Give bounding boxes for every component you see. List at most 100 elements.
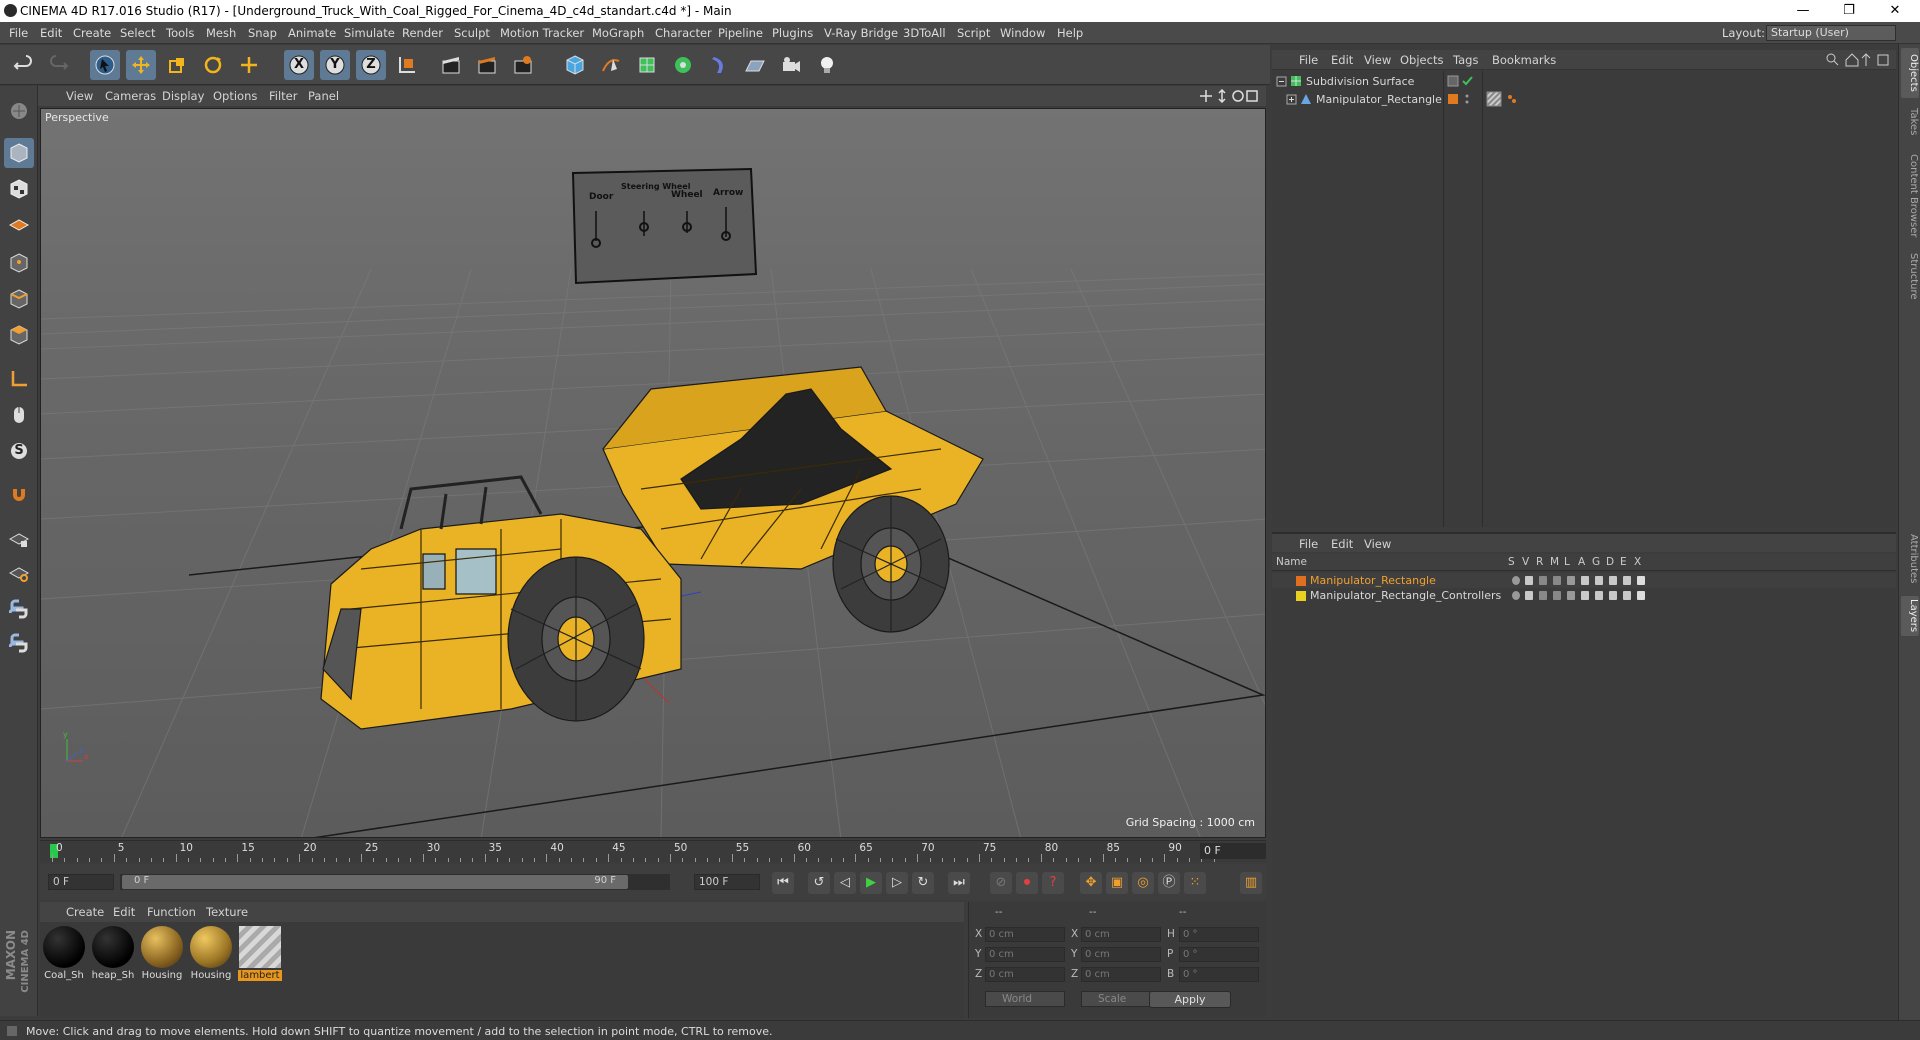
layer-solo-icon[interactable] <box>1512 576 1520 585</box>
menu-file[interactable]: File <box>9 26 28 40</box>
tab-layers[interactable]: Layers <box>1901 596 1919 636</box>
tab-attributes[interactable]: Attributes <box>1901 530 1919 588</box>
add-cube-button[interactable] <box>560 50 590 80</box>
z-axis-lock-button[interactable]: Z <box>356 50 386 80</box>
layer-row[interactable]: Manipulator_Rectangle_Controllers <box>1272 588 1896 603</box>
material-swatch[interactable]: Housing <box>140 926 184 984</box>
points-mode-button[interactable] <box>4 248 34 278</box>
end-frame-field[interactable]: 100 F <box>694 874 760 890</box>
edges-mode-button[interactable] <box>4 284 34 314</box>
material-menu-create[interactable]: Create <box>66 905 104 919</box>
start-frame-field[interactable]: 0 F <box>48 874 114 890</box>
y-axis-lock-button[interactable]: Y <box>320 50 350 80</box>
add-floor-button[interactable] <box>740 50 770 80</box>
rotation-h-field[interactable]: 0 ° <box>1179 927 1259 942</box>
position-x-field[interactable]: 0 cm <box>985 927 1065 942</box>
redo-button[interactable] <box>44 50 74 80</box>
texture-mode-button[interactable] <box>4 174 34 204</box>
apply-button[interactable]: Apply <box>1149 991 1231 1008</box>
layer-col-name[interactable]: Name <box>1276 556 1307 568</box>
object-row[interactable]: Manipulator_Rectangle <box>1272 91 1896 109</box>
material-swatch[interactable]: Housing <box>189 926 233 984</box>
render-settings-button[interactable] <box>508 50 538 80</box>
next-frame-button[interactable]: ▷ <box>886 872 908 894</box>
material-swatch[interactable]: heap_Sh <box>91 926 135 984</box>
menu-3dtoall[interactable]: 3DToAll <box>903 26 946 40</box>
layer-col-solo[interactable]: S <box>1508 556 1515 568</box>
python-script-button-2[interactable] <box>4 628 34 658</box>
coordinate-space-dropdown[interactable]: World <box>985 991 1065 1007</box>
recent-tool-button[interactable] <box>234 50 264 80</box>
key-position-button[interactable]: ✥ <box>1080 872 1102 894</box>
layer-animation-icon[interactable] <box>1581 591 1589 600</box>
menu-pipeline[interactable]: Pipeline <box>718 26 763 40</box>
range-slider-handle[interactable]: 0 F 90 F <box>122 875 628 889</box>
material-menu-texture[interactable]: Texture <box>206 905 248 919</box>
autokey-button[interactable]: ? <box>1042 872 1064 894</box>
layer-col-locked[interactable]: L <box>1564 556 1570 568</box>
object-menu-view[interactable]: View <box>1364 53 1391 67</box>
menu-mesh[interactable]: Mesh <box>206 26 236 40</box>
layer-expression-icon[interactable] <box>1623 591 1631 600</box>
size-z-field[interactable]: 0 cm <box>1081 967 1161 982</box>
minimize-button[interactable]: — <box>1780 0 1826 22</box>
move-tool-button[interactable] <box>126 50 156 80</box>
layer-manager-icon[interactable] <box>1553 576 1561 585</box>
viewport-menu-panel[interactable]: Panel <box>308 89 339 103</box>
layer-render-icon[interactable] <box>1539 576 1547 585</box>
layer-lock-icon[interactable] <box>1567 576 1575 585</box>
material-menu-function[interactable]: Function <box>147 905 196 919</box>
object-menu-objects[interactable]: Objects <box>1400 53 1443 67</box>
planar-workplane-button[interactable] <box>4 558 34 588</box>
record-button[interactable]: ⏺ <box>1016 872 1038 894</box>
object-menu-bookmarks[interactable]: Bookmarks <box>1492 53 1556 67</box>
menu-window[interactable]: Window <box>1000 26 1045 40</box>
material-swatch[interactable]: Coal_Sh <box>42 926 86 984</box>
make-editable-button[interactable] <box>4 96 34 126</box>
menu-animate[interactable]: Animate <box>288 26 336 40</box>
render-picture-viewer-button[interactable] <box>472 50 502 80</box>
tab-takes[interactable]: Takes <box>1901 104 1919 140</box>
restore-button[interactable]: ❐ <box>1826 0 1872 22</box>
rotation-b-field[interactable]: 0 ° <box>1179 967 1259 982</box>
layer-menu-edit[interactable]: Edit <box>1331 537 1353 551</box>
tweak-mode-button[interactable] <box>4 400 34 430</box>
layer-manager-icon[interactable] <box>1553 591 1561 600</box>
layer-eye-icon[interactable] <box>1525 591 1533 600</box>
add-deformer-button[interactable] <box>704 50 734 80</box>
3d-viewport[interactable]: Perspective Door Steering Wheel Wheel Ar… <box>40 108 1266 838</box>
viewport-menu-view[interactable]: View <box>66 89 93 103</box>
model-mode-button[interactable] <box>4 138 34 168</box>
size-y-field[interactable]: 0 cm <box>1081 947 1161 962</box>
axis-mode-button[interactable] <box>4 364 34 394</box>
rotate-tool-button[interactable] <box>198 50 228 80</box>
layer-col-view[interactable]: V <box>1522 556 1529 568</box>
layer-color-swatch[interactable] <box>1296 591 1306 601</box>
object-menu-edit[interactable]: Edit <box>1331 53 1353 67</box>
expand-toggle-icon[interactable] <box>1286 94 1298 106</box>
add-subdivision-button[interactable] <box>632 50 662 80</box>
object-row[interactable]: Subdivision Surface <box>1272 73 1896 91</box>
tab-content-browser[interactable]: Content Browser <box>1901 148 1919 244</box>
tab-objects[interactable]: Objects <box>1901 48 1919 98</box>
layer-solo-icon[interactable] <box>1512 591 1520 600</box>
menu-simulate[interactable]: Simulate <box>344 26 395 40</box>
size-x-field[interactable]: 0 cm <box>1081 927 1161 942</box>
add-cloner-button[interactable] <box>668 50 698 80</box>
add-spline-pen-button[interactable] <box>596 50 626 80</box>
menu-sculpt[interactable]: Sculpt <box>454 26 490 40</box>
menu-help[interactable]: Help <box>1057 26 1083 40</box>
menu-render[interactable]: Render <box>402 26 443 40</box>
key-pla-button[interactable]: ⁙ <box>1184 872 1206 894</box>
layer-col-deformers[interactable]: D <box>1606 556 1614 568</box>
snap-button[interactable]: S <box>4 436 34 466</box>
close-button[interactable]: ✕ <box>1872 0 1918 22</box>
object-menu-tags[interactable]: Tags <box>1453 53 1478 67</box>
menu-script[interactable]: Script <box>957 26 990 40</box>
menu-tools[interactable]: Tools <box>166 26 194 40</box>
position-z-field[interactable]: 0 cm <box>985 967 1065 982</box>
object-tags[interactable] <box>1486 91 1526 107</box>
menu-plugins[interactable]: Plugins <box>772 26 813 40</box>
layer-col-expressions[interactable]: E <box>1620 556 1627 568</box>
collapse-toggle-icon[interactable] <box>1276 76 1288 88</box>
